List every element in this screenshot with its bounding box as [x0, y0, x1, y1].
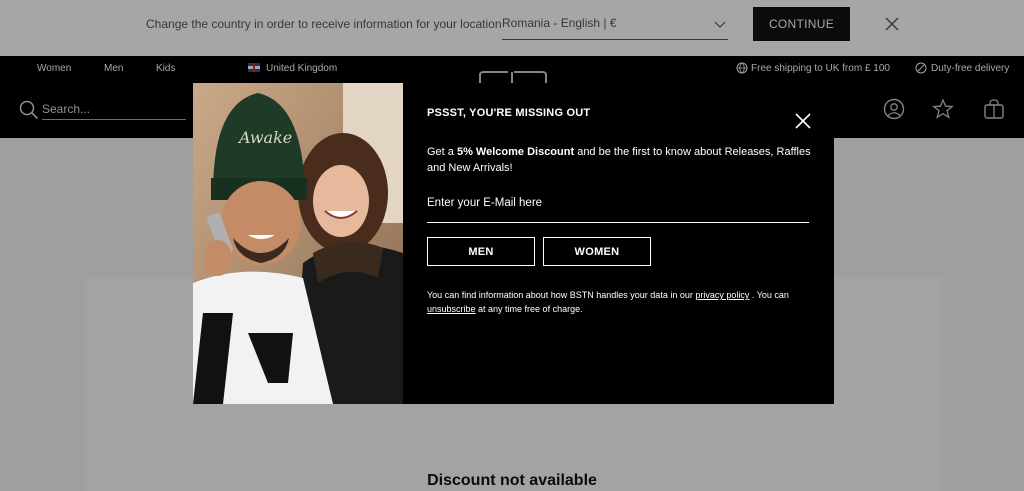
close-icon[interactable]: [795, 113, 811, 129]
newsletter-modal: Awake PSSST, YOU'RE MISSING OUT Get a 5%…: [193, 83, 834, 404]
promo-photo: Awake: [193, 83, 403, 404]
privacy-text-mid: . You can: [749, 290, 789, 300]
welcome-discount-text: 5% Welcome Discount: [456, 146, 575, 158]
unsubscribe-link[interactable]: unsubscribe: [427, 304, 476, 314]
women-button[interactable]: WOMEN: [543, 237, 651, 266]
svg-text:Awake: Awake: [237, 128, 292, 147]
privacy-notice: You can find information about how BSTN …: [427, 288, 807, 316]
modal-title: PSSST, YOU'RE MISSING OUT: [427, 107, 591, 119]
privacy-policy-link[interactable]: privacy policy: [695, 290, 749, 300]
privacy-text: You can find information about how BSTN …: [427, 290, 696, 300]
email-field[interactable]: Enter your E-Mail here: [427, 197, 809, 223]
desc-text: Get a: [427, 146, 457, 158]
privacy-text-end: at any time free of charge.: [475, 304, 583, 314]
men-button[interactable]: MEN: [427, 237, 535, 266]
modal-description: Get a 5% Welcome Discount and be the fir…: [427, 144, 817, 176]
modal-body: PSSST, YOU'RE MISSING OUT Get a 5% Welco…: [403, 83, 834, 404]
